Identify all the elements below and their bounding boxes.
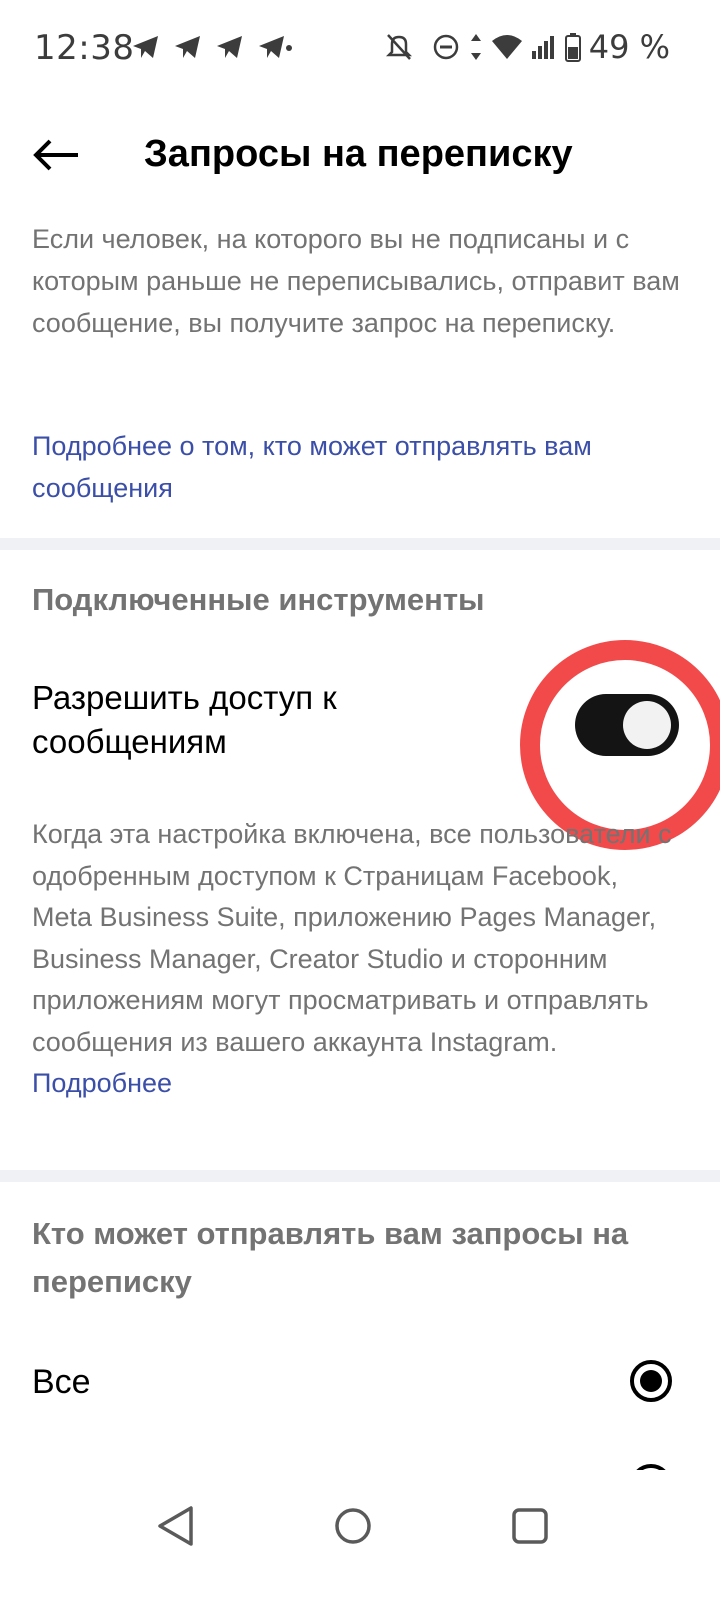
more-info-link[interactable]: Подробнее xyxy=(32,1068,172,1098)
wifi-icon xyxy=(491,35,522,59)
nav-home-button[interactable] xyxy=(323,1496,383,1556)
radio-option-label: Все xyxy=(32,1363,91,1401)
telegram-icon xyxy=(175,36,200,58)
data-transfer-icon xyxy=(470,34,481,60)
app-header: Запросы на переписку xyxy=(0,110,720,200)
setting-description-text: Когда эта настройка включена, все пользо… xyxy=(32,819,672,1057)
circle-home-icon xyxy=(335,1508,371,1544)
battery-percent: 49 % xyxy=(588,28,670,66)
radio-button[interactable] xyxy=(630,1360,672,1402)
partial-next-option xyxy=(0,1440,720,1470)
setting-description: Когда эта настройка включена, все пользо… xyxy=(32,814,672,1105)
toggle-knob xyxy=(623,701,671,749)
allow-message-access-toggle[interactable] xyxy=(575,694,679,756)
do-not-disturb-icon xyxy=(433,34,458,60)
notification-icons xyxy=(132,34,292,60)
triangle-back-icon xyxy=(158,1506,193,1546)
system-nav-bar xyxy=(0,1470,720,1600)
status-bar: 12:38 49 % xyxy=(0,0,720,100)
signal-icon xyxy=(531,36,554,59)
battery-icon xyxy=(564,33,581,62)
page-title: Запросы на переписку xyxy=(144,133,573,175)
telegram-icon xyxy=(217,36,242,58)
intro-description: Если человек, на которого вы не подписан… xyxy=(32,224,680,338)
telegram-icon xyxy=(259,36,292,58)
allow-message-access-label: Разрешить доступ к сообщениям xyxy=(32,679,337,760)
telegram-icon xyxy=(133,36,158,58)
section-header-connected-tools: Подключенные инструменты xyxy=(32,582,485,617)
back-button[interactable] xyxy=(28,130,84,180)
notifications-off-icon xyxy=(385,34,412,60)
status-time: 12:38 xyxy=(34,28,135,68)
radio-selected-dot xyxy=(640,1370,662,1392)
section-header-who-can-send: Кто может отправлять вам запросы на пере… xyxy=(32,1216,629,1299)
arrow-left-icon xyxy=(33,139,78,171)
system-icons: 49 % xyxy=(385,28,670,66)
nav-back-button[interactable] xyxy=(146,1496,206,1556)
radio-option-all[interactable]: Все xyxy=(0,1344,720,1424)
section-divider xyxy=(0,1170,720,1182)
section-divider xyxy=(0,538,720,550)
learn-more-link[interactable]: Подробнее о том, кто может отправлять ва… xyxy=(32,425,692,509)
nav-recents-button[interactable] xyxy=(500,1496,560,1556)
square-recents-icon xyxy=(512,1508,548,1544)
